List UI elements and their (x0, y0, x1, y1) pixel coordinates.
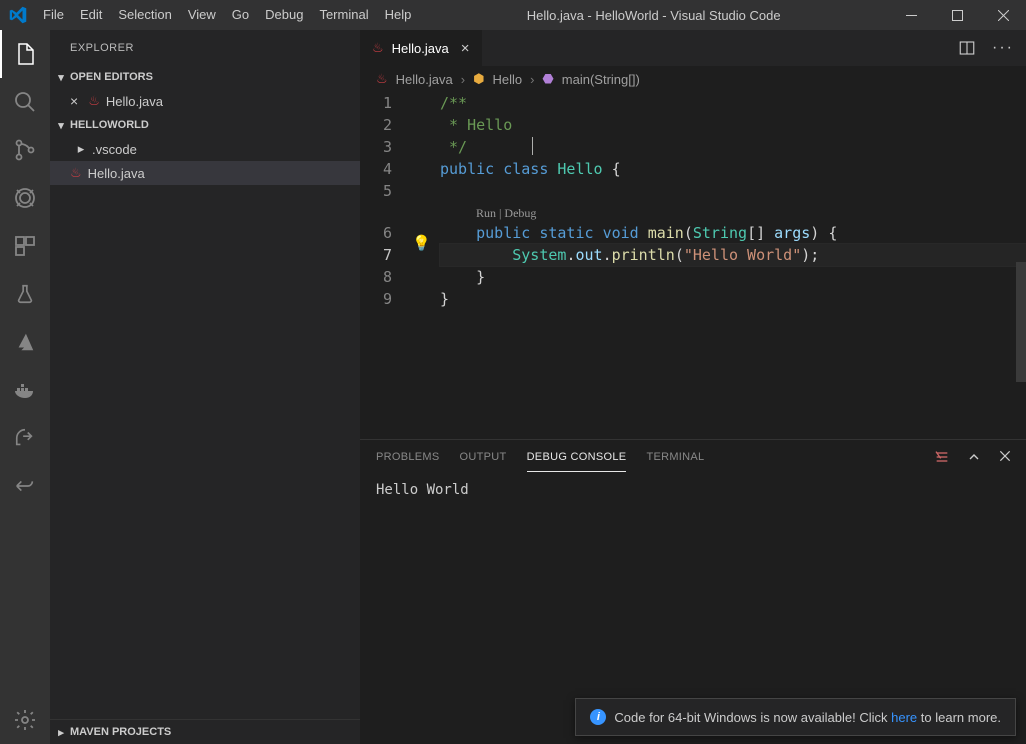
sidebar-explorer: EXPLORER ▾ OPEN EDITORS × ♨ Hello.java ▾… (50, 30, 360, 744)
lightbulb-icon[interactable]: 💡 (412, 232, 431, 254)
menu-edit[interactable]: Edit (72, 0, 110, 30)
split-editor-icon[interactable] (958, 39, 976, 57)
breadcrumb-separator-icon: › (461, 72, 465, 87)
breadcrumb-class[interactable]: Hello (492, 72, 522, 87)
close-icon[interactable]: × (70, 93, 78, 109)
close-button[interactable] (980, 0, 1026, 30)
menu-view[interactable]: View (180, 0, 224, 30)
notification-toast[interactable]: i Code for 64-bit Windows is now availab… (575, 698, 1016, 736)
java-file-icon: ♨ (376, 71, 388, 87)
editor-area: ♨ Hello.java × ··· ♨ Hello.java › ⬢ Hell… (360, 30, 1026, 744)
notification-link[interactable]: here (891, 710, 917, 725)
workspace-label: HELLOWORLD (70, 119, 149, 131)
code-content[interactable]: /** * Hello */ public class Hello { Run … (440, 92, 1026, 439)
notification-text: Code for 64-bit Windows is now available… (614, 710, 887, 725)
java-file-icon: ♨ (372, 40, 384, 56)
tab-label: Hello.java (392, 41, 449, 56)
folder-label: .vscode (92, 142, 137, 157)
minimize-button[interactable] (888, 0, 934, 30)
text-cursor (532, 137, 533, 155)
tab-close-icon[interactable]: × (461, 40, 470, 57)
clear-console-icon[interactable] (934, 449, 950, 465)
extensions-icon[interactable] (0, 222, 50, 270)
editor-tab-actions: ··· (946, 30, 1026, 66)
explorer-icon[interactable] (0, 30, 50, 78)
class-icon: ⬢ (473, 71, 484, 87)
file-label: Hello.java (88, 166, 145, 181)
minimap-slider[interactable] (1016, 262, 1026, 382)
azure-icon[interactable] (0, 318, 50, 366)
tab-bar: ♨ Hello.java × ··· (360, 30, 1026, 66)
chevron-down-icon: ▾ (56, 71, 66, 84)
maven-label: MAVEN PROJECTS (70, 726, 171, 738)
panel-tab-debug-console[interactable]: DEBUG CONSOLE (527, 443, 627, 472)
breadcrumb-separator-icon: › (530, 72, 534, 87)
docker-icon[interactable] (0, 366, 50, 414)
chevron-right-icon: ▸ (76, 141, 86, 157)
java-file-icon: ♨ (88, 93, 100, 109)
menu-selection[interactable]: Selection (110, 0, 179, 30)
open-editor-hello-java[interactable]: × ♨ Hello.java (50, 89, 360, 113)
maximize-button[interactable] (934, 0, 980, 30)
maven-projects-section[interactable]: ▸ MAVEN PROJECTS (50, 720, 360, 744)
open-editors-label: OPEN EDITORS (70, 71, 153, 83)
glyph-margin: 💡 (410, 92, 440, 439)
debug-icon[interactable] (0, 174, 50, 222)
console-line: Hello World (376, 482, 1010, 498)
more-actions-icon[interactable]: ··· (992, 39, 1014, 57)
java-file-icon: ♨ (70, 165, 82, 181)
window-title: Hello.java - HelloWorld - Visual Studio … (419, 8, 888, 23)
tree-folder-vscode[interactable]: ▸ .vscode (50, 137, 360, 161)
settings-gear-icon[interactable] (0, 696, 50, 744)
menu-terminal[interactable]: Terminal (311, 0, 376, 30)
line-number-gutter: 1 2 3 4 5 6 7 8 9 (360, 92, 410, 439)
panel-tab-terminal[interactable]: TERMINAL (646, 443, 704, 471)
activity-bar (0, 30, 50, 744)
menu-bar: File Edit Selection View Go Debug Termin… (35, 0, 419, 30)
open-editors-section[interactable]: ▾ OPEN EDITORS (50, 65, 360, 89)
notification-text-suffix: to learn more. (921, 710, 1001, 725)
search-icon[interactable] (0, 78, 50, 126)
code-editor[interactable]: 1 2 3 4 5 6 7 8 9 💡 /** * Hello */ publi… (360, 92, 1026, 439)
menu-help[interactable]: Help (377, 0, 420, 30)
workspace-section[interactable]: ▾ HELLOWORLD (50, 113, 360, 137)
panel-tab-bar: PROBLEMS OUTPUT DEBUG CONSOLE TERMINAL (360, 440, 1026, 474)
sync-icon[interactable] (0, 462, 50, 510)
menu-go[interactable]: Go (224, 0, 257, 30)
menu-file[interactable]: File (35, 0, 72, 30)
tab-hello-java[interactable]: ♨ Hello.java × (360, 30, 483, 66)
breadcrumb-file[interactable]: Hello.java (396, 72, 453, 87)
source-control-icon[interactable] (0, 126, 50, 174)
panel-tab-output[interactable]: OUTPUT (460, 443, 507, 471)
vscode-logo-icon (0, 6, 35, 24)
breadcrumbs[interactable]: ♨ Hello.java › ⬢ Hello › ⬣ main(String[]… (360, 66, 1026, 92)
window-controls (888, 0, 1026, 30)
test-icon[interactable] (0, 270, 50, 318)
titlebar: File Edit Selection View Go Debug Termin… (0, 0, 1026, 30)
explorer-title: EXPLORER (50, 30, 360, 65)
chevron-right-icon: ▸ (56, 726, 66, 739)
breadcrumb-method[interactable]: main(String[]) (562, 72, 640, 87)
share-icon[interactable] (0, 414, 50, 462)
info-icon: i (590, 709, 606, 725)
chevron-down-icon: ▾ (56, 119, 66, 132)
panel-tab-problems[interactable]: PROBLEMS (376, 443, 440, 471)
bottom-panel: PROBLEMS OUTPUT DEBUG CONSOLE TERMINAL H… (360, 439, 1026, 744)
open-editor-label: Hello.java (106, 94, 163, 109)
method-icon: ⬣ (542, 71, 553, 87)
tree-file-hello-java[interactable]: ♨ Hello.java (50, 161, 360, 185)
menu-debug[interactable]: Debug (257, 0, 311, 30)
codelens-run-debug[interactable]: Run | Debug (440, 202, 1026, 222)
